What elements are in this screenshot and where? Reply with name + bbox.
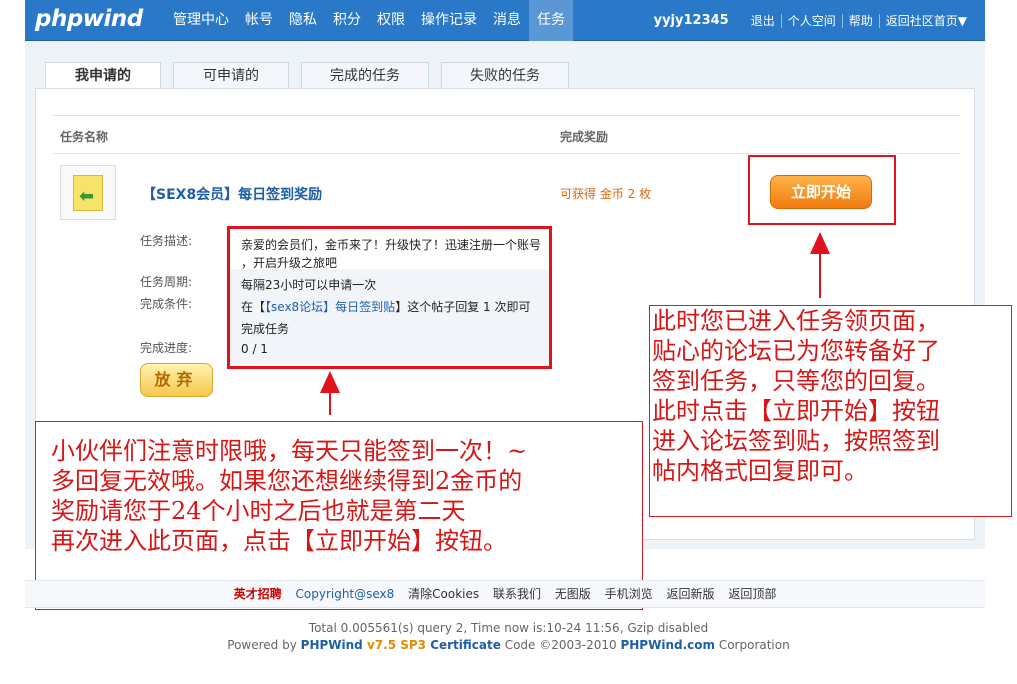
nav-operation-log[interactable]: 操作记录: [413, 0, 485, 41]
powered-by: Powered by PHPWind v7.5 SP3 Certificate …: [0, 638, 1017, 652]
nav-points[interactable]: 积分: [325, 0, 369, 41]
help-link[interactable]: 帮助: [841, 14, 879, 28]
top-nav-bar: phpwind 管理中心 帐号 隐私 积分 权限 操作记录 消息 任务 yyjy…: [25, 0, 985, 41]
annotation-right-line: 签到任务，只等您的回复。: [652, 367, 940, 395]
arrow-up-icon: [810, 232, 830, 254]
powered-version: v7.5 SP3: [362, 638, 431, 652]
period-value: 每隔23小时可以申请一次: [241, 278, 377, 292]
nav-permissions[interactable]: 权限: [369, 0, 413, 41]
arrow-stem: [329, 391, 331, 415]
logout-link[interactable]: 退出: [745, 14, 781, 28]
progress-value: 0 / 1: [241, 342, 268, 356]
powered-mid: Code ©2003-2010: [500, 638, 621, 652]
arrow-left-icon: ⬅: [79, 186, 95, 207]
footer-clear-cookies[interactable]: 清除Cookies: [408, 587, 479, 601]
annotation-right-line: 进入论坛签到贴，按照签到: [652, 427, 940, 455]
condition-line-1: 在【【sex8论坛】每日签到贴】这个帖子回复 1 次即可: [241, 298, 530, 315]
powered-pre: Powered by: [227, 638, 301, 652]
nav-admin-center[interactable]: 管理中心: [165, 0, 237, 41]
annotation-right-line: 此时点击【立即开始】按钮: [652, 397, 940, 425]
nav-tasks[interactable]: 任务: [529, 0, 573, 41]
task-reward: 可获得 金币 2 枚: [560, 187, 652, 201]
annotation-bottom-line: 小伙伴们注意时限哦，每天只能签到一次！~: [51, 437, 528, 465]
task-title[interactable]: 【SEX8会员】每日签到奖励: [142, 184, 322, 204]
phpwind-logo[interactable]: phpwind: [35, 6, 143, 32]
col-task-name: 任务名称: [60, 130, 109, 144]
annotation-right-line: 此时您已进入任务领页面，: [652, 307, 940, 335]
column-header: 任务名称 完成奖励: [52, 115, 960, 154]
annotation-bottom-line: 再次进入此页面，点击【立即开始】按钮。: [51, 527, 507, 555]
condition-line-2: 完成任务: [241, 322, 290, 336]
task-tabs: 我申请的 可申请的 完成的任务 失败的任务: [45, 62, 581, 90]
desc-line-1: 亲爱的会员们，金币来了！升级快了！迅速注册一个账号: [241, 238, 542, 252]
tab-completed[interactable]: 完成的任务: [301, 62, 429, 89]
arrow-stem: [819, 252, 821, 298]
nav-account[interactable]: 帐号: [237, 0, 281, 41]
powered-site[interactable]: PHPWind.com: [620, 638, 715, 652]
annotation-right: 此时您已进入任务领页面， 贴心的论坛已为您转备好了 签到任务，只等您的回复。 此…: [649, 305, 1012, 517]
annotation-right-line: 贴心的论坛已为您转备好了: [652, 337, 940, 365]
col-reward: 完成奖励: [560, 130, 609, 144]
main-nav: 管理中心 帐号 隐私 积分 权限 操作记录 消息 任务: [165, 0, 573, 41]
footer-copyright[interactable]: Copyright@sex8: [296, 587, 395, 601]
nav-messages[interactable]: 消息: [485, 0, 529, 41]
tab-my-applied[interactable]: 我申请的: [45, 62, 161, 90]
powered-certificate[interactable]: Certificate: [430, 638, 501, 652]
user-nav: yyjy12345 退出 个人空间 帮助 返回社区首页▼: [654, 0, 973, 41]
cond-pre: 在【: [241, 300, 266, 314]
footer-new-version[interactable]: 返回新版: [666, 587, 714, 601]
annotation-bottom-line: 奖励请您于24个小时之后也就是第二天: [51, 497, 466, 525]
footer-links: 英才招聘 Copyright@sex8 清除Cookies 联系我们 无图版 手…: [25, 580, 985, 608]
powered-brand[interactable]: PHPWind: [301, 638, 363, 652]
checkin-post-link[interactable]: 【sex8论坛】每日签到贴: [265, 300, 395, 314]
tab-available[interactable]: 可申请的: [173, 62, 289, 89]
footer-back-to-top[interactable]: 返回顶部: [728, 587, 776, 601]
back-to-community-link[interactable]: 返回社区首页▼: [878, 14, 973, 28]
personal-space-link[interactable]: 个人空间: [780, 14, 842, 28]
nav-privacy[interactable]: 隐私: [281, 0, 325, 41]
annotation-right-line: 帖内格式回复即可。: [652, 457, 868, 485]
footer-text-only[interactable]: 无图版: [555, 587, 591, 601]
footer-contact[interactable]: 联系我们: [493, 587, 541, 601]
start-now-button[interactable]: 立即开始: [770, 175, 872, 209]
powered-post: Corporation: [715, 638, 790, 652]
task-detail-highlight: 亲爱的会员们，金币来了！升级快了！迅速注册一个账号 ，开启升级之旅吧 每隔23小…: [227, 226, 552, 369]
arrow-up-icon: [320, 371, 340, 393]
footer-stats: Total 0.005561(s) query 2, Time now is:1…: [308, 621, 709, 635]
footer-recruit-link[interactable]: 英才招聘: [234, 587, 282, 601]
cond-post: 】这个帖子回复 1 次即可: [395, 300, 531, 314]
give-up-button[interactable]: 放弃: [140, 363, 213, 397]
desc-line-2: ，开启升级之旅吧: [241, 256, 338, 270]
footer-mobile[interactable]: 手机浏览: [605, 587, 653, 601]
label-desc: 任务描述:: [140, 234, 193, 248]
label-condition: 完成条件:: [140, 297, 193, 311]
tab-failed[interactable]: 失败的任务: [441, 62, 569, 89]
task-icon: ⬅: [60, 165, 116, 220]
label-period: 任务周期:: [140, 275, 193, 289]
label-progress: 完成进度:: [140, 341, 193, 355]
username[interactable]: yyjy12345: [654, 0, 729, 41]
annotation-bottom-line: 多回复无效哦。如果您还想继续得到2金币的: [51, 467, 523, 495]
page: phpwind 管理中心 帐号 隐私 积分 权限 操作记录 消息 任务 yyjy…: [0, 0, 1017, 684]
